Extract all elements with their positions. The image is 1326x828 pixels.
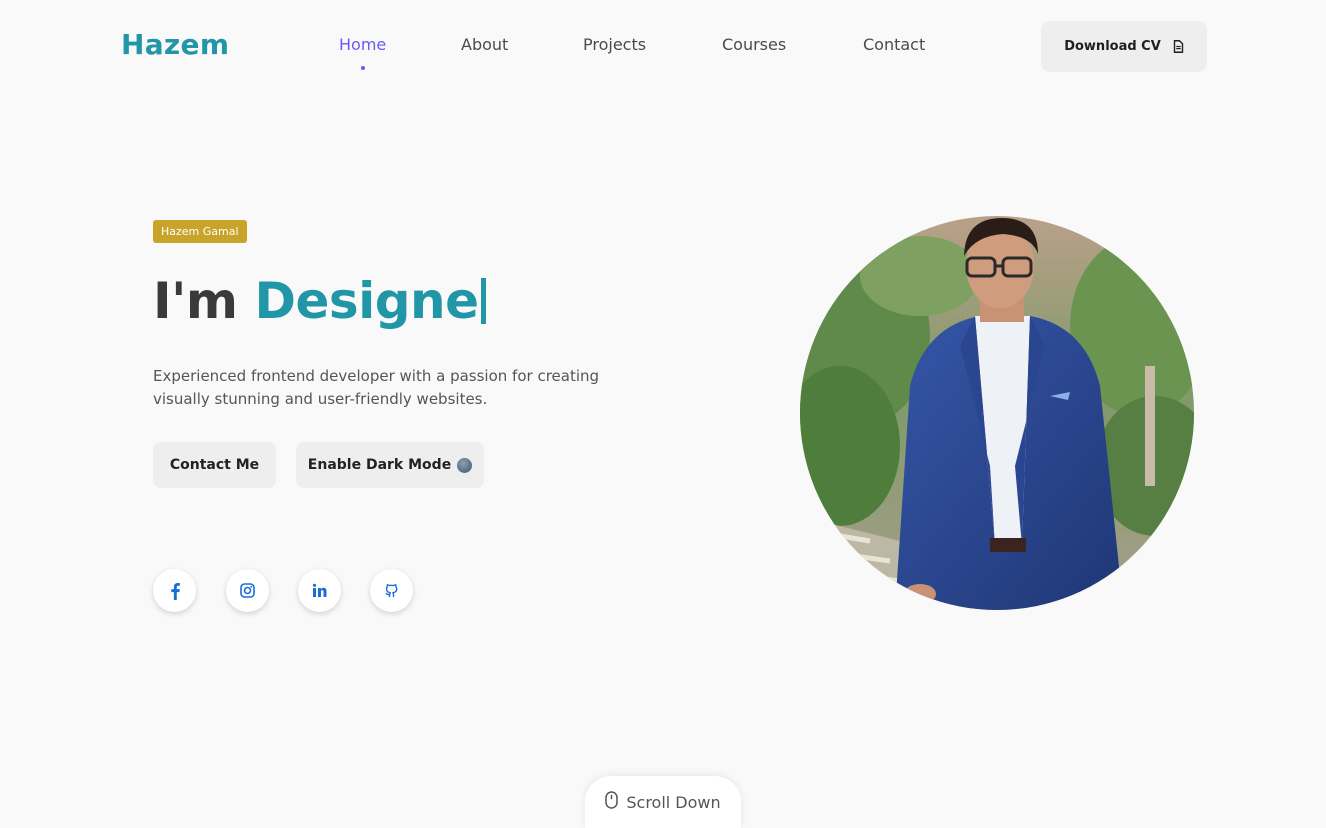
headline-prefix: I'm — [153, 272, 238, 330]
profile-photo — [800, 216, 1194, 610]
nav-item-label: About — [461, 35, 509, 54]
download-cv-label: Download CV — [1064, 39, 1161, 54]
instagram-icon — [240, 583, 255, 598]
nav-item-label: Projects — [583, 35, 647, 54]
linkedin-link[interactable] — [298, 569, 341, 612]
page: Hazem Home About Projects Courses Contac… — [0, 0, 1326, 828]
nav-item-about[interactable]: About — [461, 35, 508, 54]
typed-role: Designe — [254, 272, 479, 330]
nav-item-label: Home — [339, 35, 387, 54]
mouse-icon — [605, 791, 619, 813]
github-icon — [384, 583, 399, 598]
scroll-down-button[interactable]: Scroll Down — [585, 776, 741, 828]
typing-caret — [480, 278, 486, 324]
hero-headline: I'm Designe — [153, 272, 486, 330]
facebook-link[interactable] — [153, 569, 196, 612]
nav-item-label: Contact — [863, 35, 926, 54]
dark-mode-label: Enable Dark Mode — [307, 457, 452, 473]
dark-mode-button[interactable]: Enable Dark Mode — [296, 442, 484, 488]
scroll-down-label: Scroll Down — [626, 792, 721, 812]
nav-item-home[interactable]: Home — [339, 35, 387, 70]
active-indicator-dot — [360, 66, 365, 70]
name-badge: Hazem Gamal — [153, 220, 247, 243]
linkedin-icon — [312, 583, 327, 598]
instagram-link[interactable] — [226, 569, 269, 612]
moon-icon — [457, 457, 473, 473]
nav-item-contact[interactable]: Contact — [863, 35, 925, 54]
facebook-icon — [169, 582, 181, 600]
nav-item-label: Courses — [722, 35, 787, 54]
nav-item-projects[interactable]: Projects — [583, 35, 646, 54]
document-icon — [1173, 40, 1184, 53]
download-cv-button[interactable]: Download CV — [1041, 21, 1207, 72]
nav-item-courses[interactable]: Courses — [722, 35, 786, 54]
contact-me-label: Contact Me — [169, 457, 260, 473]
contact-me-button[interactable]: Contact Me — [153, 442, 276, 488]
hero-description: Experienced frontend developer with a pa… — [153, 367, 600, 408]
github-link[interactable] — [370, 569, 413, 612]
